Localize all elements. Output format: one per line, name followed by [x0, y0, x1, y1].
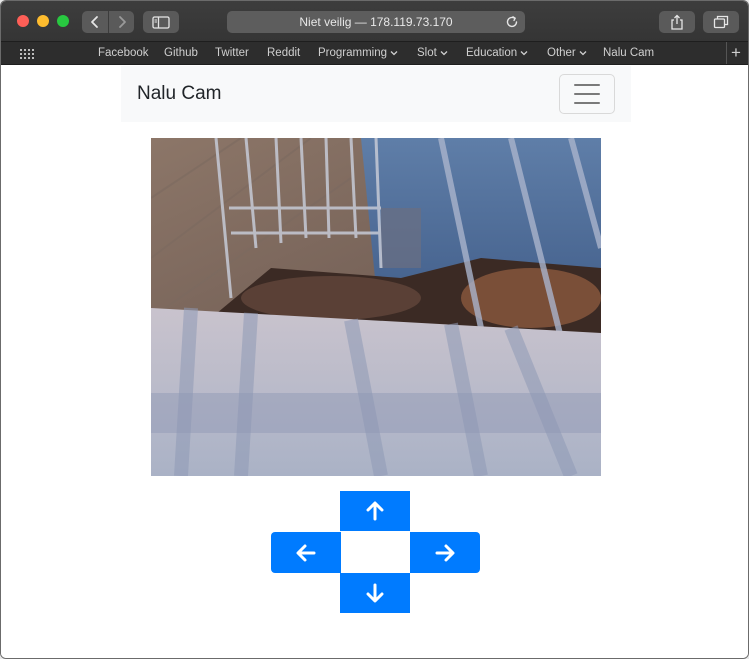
zoom-window-button[interactable]	[57, 15, 69, 27]
forward-button[interactable]	[108, 11, 134, 33]
tab-overview-button[interactable]	[703, 11, 739, 33]
reload-icon[interactable]	[505, 15, 519, 29]
chevron-down-icon	[390, 51, 398, 56]
navbar: Nalu Cam	[121, 66, 631, 122]
favorites-separator	[726, 42, 727, 64]
favorite-reddit[interactable]: Reddit	[267, 47, 300, 59]
grid-icon[interactable]	[19, 48, 35, 60]
chevron-left-icon	[91, 16, 98, 28]
browser-window: Niet veilig — 178.119.73.170 Facebook Gi…	[0, 0, 749, 659]
close-window-button[interactable]	[17, 15, 29, 27]
arrow-right-icon	[435, 544, 455, 561]
sidebar-toggle-button[interactable]	[143, 11, 179, 33]
favorite-programming-menu[interactable]: Programming	[318, 47, 398, 59]
menu-icon-bar	[574, 102, 600, 104]
camera-frame-picture	[151, 138, 601, 476]
favorite-slot-menu[interactable]: Slot	[417, 47, 448, 59]
chevron-down-icon	[440, 51, 448, 56]
favorite-label: Programming	[318, 47, 388, 59]
minimize-window-button[interactable]	[37, 15, 49, 27]
favorite-label: Other	[547, 47, 576, 59]
move-left-button[interactable]	[271, 532, 341, 573]
chevron-down-icon	[520, 51, 528, 56]
web-page: Nalu Cam	[1, 66, 748, 658]
chevron-down-icon	[579, 51, 587, 56]
favorite-label: Facebook	[98, 47, 149, 59]
favorites-bar: Facebook Github Twitter Reddit Programmi…	[1, 41, 748, 65]
move-up-button[interactable]	[340, 491, 410, 531]
new-tab-icon[interactable]: +	[731, 44, 741, 62]
address-text: Niet veilig — 178.119.73.170	[299, 15, 453, 29]
favorite-other-menu[interactable]: Other	[547, 47, 587, 59]
favorite-github[interactable]: Github	[164, 47, 198, 59]
sidebar-icon	[152, 15, 170, 29]
share-icon	[671, 14, 683, 30]
favorite-label: Education	[466, 47, 518, 59]
favorite-nalu-cam[interactable]: Nalu Cam	[603, 47, 654, 59]
favorite-education-menu[interactable]: Education	[466, 47, 528, 59]
favorite-label: Reddit	[267, 47, 301, 59]
share-button[interactable]	[659, 11, 695, 33]
menu-icon-bar	[574, 84, 600, 86]
arrow-up-icon	[366, 501, 384, 521]
favorite-label: Github	[164, 47, 198, 59]
address-bar[interactable]: Niet veilig — 178.119.73.170	[227, 11, 525, 33]
browser-toolbar: Niet veilig — 178.119.73.170	[1, 1, 748, 41]
move-right-button[interactable]	[410, 532, 480, 573]
favorite-label: Slot	[417, 47, 437, 59]
navbar-toggler-button[interactable]	[559, 74, 615, 114]
favorite-twitter[interactable]: Twitter	[215, 47, 249, 59]
navbar-brand[interactable]: Nalu Cam	[137, 83, 221, 105]
tabs-icon	[713, 15, 729, 29]
favorite-facebook[interactable]: Facebook	[98, 47, 149, 59]
navigation-buttons	[82, 11, 134, 33]
camera-stream-image	[151, 138, 601, 476]
favorite-label: Nalu Cam	[603, 47, 655, 59]
back-button[interactable]	[82, 11, 108, 33]
favorite-label: Twitter	[215, 47, 249, 59]
chevron-right-icon	[118, 16, 126, 28]
move-down-button[interactable]	[340, 573, 410, 613]
arrow-left-icon	[296, 544, 316, 561]
menu-icon-bar	[574, 93, 600, 95]
arrow-down-icon	[366, 583, 384, 603]
